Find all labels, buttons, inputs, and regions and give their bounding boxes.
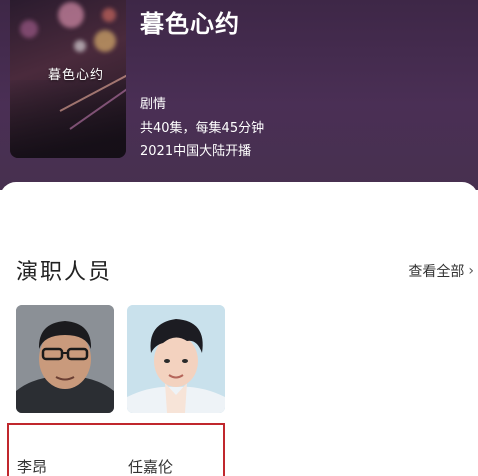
cast-photo-2[interactable] <box>127 305 225 413</box>
poster-bokeh-light <box>20 20 38 38</box>
poster-bokeh-light <box>58 2 84 28</box>
cast-section-title: 演职人员 <box>16 260 113 285</box>
poster-title: 暮色心约 <box>47 68 104 83</box>
drama-title: 暮色心约 <box>140 10 240 38</box>
view-all-link[interactable]: 查看全部 › <box>408 261 474 281</box>
poster-bokeh-light <box>74 40 86 52</box>
poster-background <box>10 80 126 158</box>
cast-portrait-1 <box>16 305 114 413</box>
cast-portrait-2 <box>127 305 225 413</box>
drama-release: 2021中国大陆开播 <box>140 144 252 159</box>
poster-bokeh-light <box>94 30 116 52</box>
view-all-label: 查看全部 <box>408 264 465 280</box>
drama-detail-page: 暮色心约 暮色心约 剧情 共40集，每集45分钟 2021中国大陆开播 演职人员… <box>0 0 478 476</box>
highlight-box <box>7 423 225 476</box>
drama-poster[interactable]: 暮色心约 <box>10 0 126 158</box>
chevron-right-icon: › <box>468 263 474 279</box>
cast-photo-1[interactable] <box>16 305 114 413</box>
poster-bokeh-light <box>102 8 116 22</box>
drama-episodes: 共40集，每集45分钟 <box>140 121 265 136</box>
drama-header: 暮色心约 暮色心约 剧情 共40集，每集45分钟 2021中国大陆开播 <box>0 0 478 190</box>
drama-genre: 剧情 <box>140 97 167 112</box>
